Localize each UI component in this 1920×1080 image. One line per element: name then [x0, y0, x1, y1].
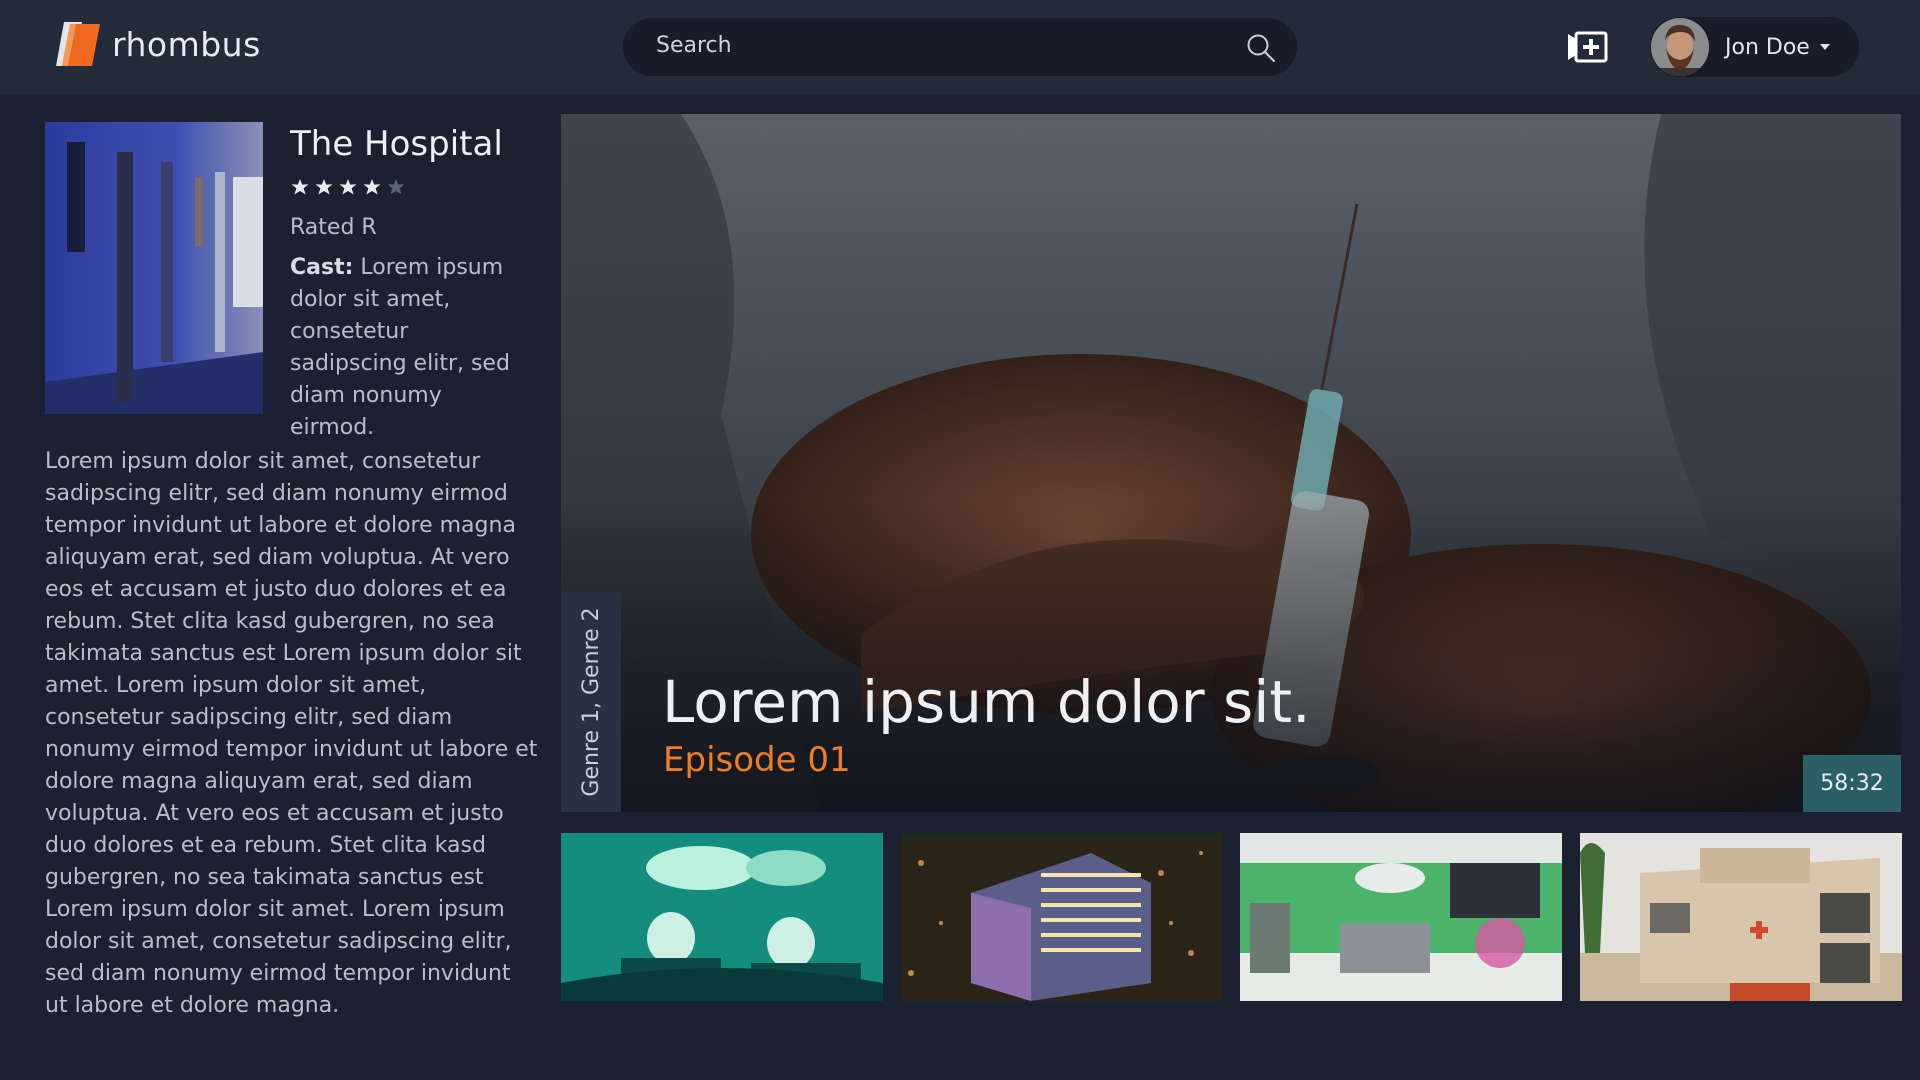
cast-text: Lorem ipsum dolor sit amet, consetetur s…: [290, 255, 510, 440]
search-placeholder: Search: [656, 33, 732, 58]
add-to-playlist-icon[interactable]: [1568, 30, 1608, 64]
search-icon[interactable]: [1245, 32, 1277, 64]
hero-episode[interactable]: Episode 01: [663, 740, 851, 780]
avatar: [1651, 18, 1709, 76]
content-rating: Rated R: [290, 215, 377, 240]
genre-text: Genre 1, Genre 2: [578, 607, 604, 797]
thumbnail-3[interactable]: [1240, 833, 1562, 1001]
star-icon: [291, 179, 309, 195]
cast-label: Cast:: [290, 255, 354, 280]
app-name: rhombus: [112, 24, 261, 64]
logo[interactable]: rhombus: [54, 20, 261, 68]
genre-tag: Genre 1, Genre 2: [561, 592, 621, 812]
caret-down-icon[interactable]: [1819, 44, 1830, 50]
thumbnail-4[interactable]: [1580, 833, 1902, 1001]
cast-info: Cast: Lorem ipsum dolor sit amet, conset…: [290, 252, 530, 444]
thumbnail-1[interactable]: [561, 833, 883, 1001]
duration-badge: 58:32: [1803, 755, 1901, 812]
thumbnail-2[interactable]: [901, 833, 1223, 1001]
logo-icon: [56, 22, 100, 66]
star-rating: [290, 178, 406, 198]
show-title: The Hospital: [290, 124, 503, 164]
star-icon: [339, 179, 357, 195]
top-bar: rhombus Search Jon Doe: [0, 0, 1920, 94]
star-icon: [387, 179, 405, 195]
search-input[interactable]: Search: [623, 18, 1297, 76]
user-name: Jon Doe: [1725, 34, 1810, 60]
show-description: Lorem ipsum dolor sit amet, consetetur s…: [45, 449, 538, 1018]
star-icon: [315, 179, 333, 195]
star-icon: [363, 179, 381, 195]
hero-title: Lorem ipsum dolor sit.: [662, 668, 1311, 736]
show-poster[interactable]: [45, 122, 263, 414]
user-menu[interactable]: Jon Doe: [1650, 17, 1859, 77]
